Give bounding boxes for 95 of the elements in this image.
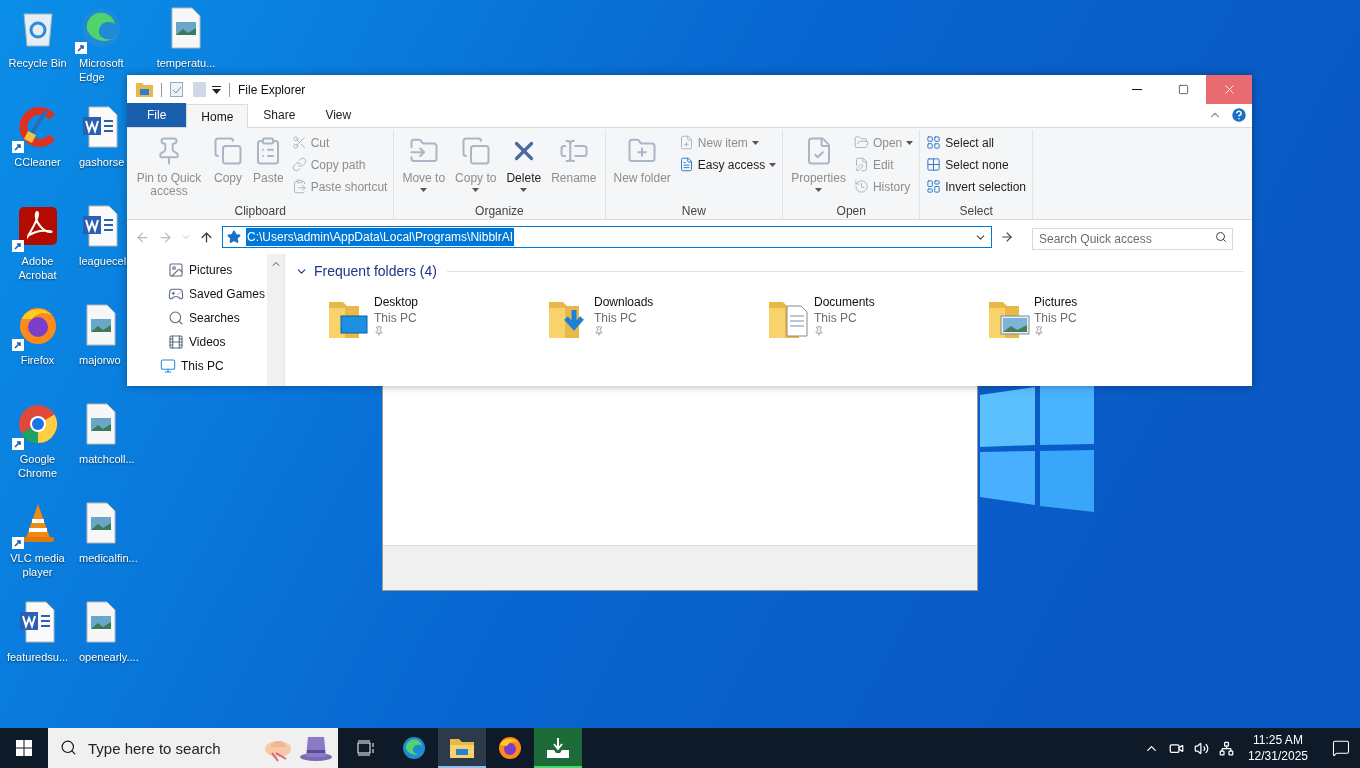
search-icon	[60, 739, 77, 756]
ribbon-group-label: Organize	[475, 204, 524, 218]
picture-frame-icon	[168, 262, 184, 278]
ribbon-tab[interactable]: File	[127, 103, 187, 127]
firefox-icon	[498, 736, 522, 760]
file-plus-icon	[678, 135, 694, 150]
desktop-icon-label[interactable]: featuredsu...	[6, 650, 69, 664]
nav-item[interactable]: Videos	[127, 330, 267, 354]
desktop-icon-label[interactable]: majorwo	[79, 353, 121, 367]
address-text: C:\Users\admin\AppData\Local\Programs\NibblrAI	[246, 228, 515, 246]
desktop-icon-label[interactable]: temperatu...	[156, 56, 216, 70]
address-bar[interactable]: C:\Users\admin\AppData\Local\Programs\NibblrAI	[222, 226, 992, 248]
customize-dropdown-icon[interactable]	[212, 85, 221, 94]
ribbon-group-label: New	[681, 204, 706, 218]
desktop-icon-label[interactable]: gashorse	[79, 155, 125, 169]
search-icon	[1215, 231, 1227, 243]
ribbon-button[interactable]: Easy access	[678, 156, 777, 173]
ribbon-tab[interactable]: Home	[186, 104, 249, 128]
dashboard-grid-icon	[926, 179, 942, 194]
help-icon[interactable]	[1230, 106, 1248, 124]
grid-icon	[926, 135, 942, 150]
desktop-icon-label[interactable]: Adobe Acrobat	[1, 254, 74, 282]
monitor-icon	[160, 358, 176, 374]
folder-location: This PC	[374, 310, 418, 326]
document-icon	[678, 157, 694, 172]
ribbon-button[interactable]: Delete	[502, 130, 546, 204]
magnifier-icon	[168, 310, 184, 326]
ribbon-button[interactable]: Select none	[926, 156, 1026, 173]
window-title: File Explorer	[238, 81, 306, 99]
nav-item[interactable]: Pictures	[127, 258, 267, 282]
folder-name: Documents	[814, 294, 875, 310]
ribbon-group-label: Select	[959, 204, 993, 218]
copy-icon	[213, 136, 243, 166]
taskbar-app-button[interactable]	[534, 728, 582, 768]
download-tray-icon	[547, 738, 569, 758]
history-icon	[853, 179, 869, 194]
desktop-icon-label[interactable]: CCleaner	[14, 155, 61, 169]
taskbar-app-button[interactable]	[438, 728, 486, 768]
film-icon	[168, 334, 184, 350]
section-header: Frequent folders (4)	[314, 261, 437, 281]
ribbon-tab[interactable]: View	[310, 103, 367, 127]
up-icon[interactable]	[199, 229, 214, 245]
desktop-icon-label[interactable]: VLC media player	[1, 551, 74, 579]
go-icon[interactable]	[1000, 230, 1014, 244]
speaker-icon[interactable]	[1193, 740, 1209, 756]
clipboard-arrow-icon	[291, 179, 307, 194]
clock[interactable]: 11:25 AM 12/31/2025	[1243, 732, 1312, 764]
desktop-icon-label[interactable]: Microsoft Edge	[79, 56, 127, 84]
edge-icon	[402, 736, 426, 760]
folder-tile[interactable]: Downloads This PC	[547, 294, 747, 340]
folder-location: This PC	[814, 310, 858, 326]
desktop-icon-label[interactable]: openearly....	[79, 650, 139, 664]
search-field[interactable]: Search Quick access	[1032, 228, 1233, 250]
edge-icon	[79, 6, 123, 50]
taskbar-search-field[interactable]: Type here to search	[48, 728, 338, 768]
folder-name: Desktop	[374, 294, 419, 310]
folder-location: This PC	[594, 310, 638, 326]
desktop-icon-label[interactable]: leaguecel	[79, 254, 127, 268]
properties-check-icon	[170, 82, 183, 97]
ribbon-tab[interactable]: Share	[248, 103, 311, 127]
scrollbar[interactable]	[267, 254, 284, 386]
link-icon	[291, 157, 307, 172]
windows-logo-icon	[16, 740, 32, 756]
gamepad-icon	[168, 286, 184, 302]
desktop-icon-label[interactable]: medicalfin...	[79, 551, 138, 565]
folder-icon	[450, 738, 474, 758]
star-icon	[227, 230, 241, 244]
maximize-icon	[1177, 84, 1189, 95]
folder-name: Pictures	[1034, 294, 1078, 310]
folder-tile[interactable]: Pictures This PC	[987, 294, 1187, 340]
file-pen-icon	[853, 157, 869, 172]
desktop-icon-label[interactable]: matchcoll...	[79, 452, 135, 466]
ribbon-button[interactable]: Invert selection	[926, 178, 1026, 195]
folder-tile[interactable]: Documents This PC	[767, 294, 967, 340]
scissors-icon	[291, 135, 307, 150]
nav-item[interactable]: Searches	[127, 306, 267, 330]
notifications-icon[interactable]	[1332, 739, 1350, 757]
folder-tile[interactable]: Desktop This PC	[327, 294, 527, 340]
folder-icon	[136, 82, 153, 97]
folder-location: This PC	[1034, 310, 1078, 326]
nav-item[interactable]: Saved Games	[127, 282, 267, 306]
ribbon-group-label: Open	[836, 204, 866, 218]
folder-icon	[853, 135, 869, 150]
network-icon[interactable]	[1218, 740, 1234, 756]
ribbon-group-label: Clipboard	[234, 204, 286, 218]
copy-icon	[460, 136, 491, 166]
nav-item[interactable]: This PC	[127, 354, 267, 378]
minimize-icon	[1132, 89, 1142, 90]
folder-name: Downloads	[594, 294, 654, 310]
desktop-icon-label[interactable]: Google Chrome	[1, 452, 74, 480]
ribbon-button[interactable]: Select all	[926, 134, 1026, 151]
desktop-icon-label[interactable]: Firefox	[20, 353, 55, 367]
desktop-icon-label[interactable]: Recycle Bin	[8, 56, 67, 70]
task-view-icon	[357, 740, 375, 756]
grid-icon	[926, 157, 942, 172]
